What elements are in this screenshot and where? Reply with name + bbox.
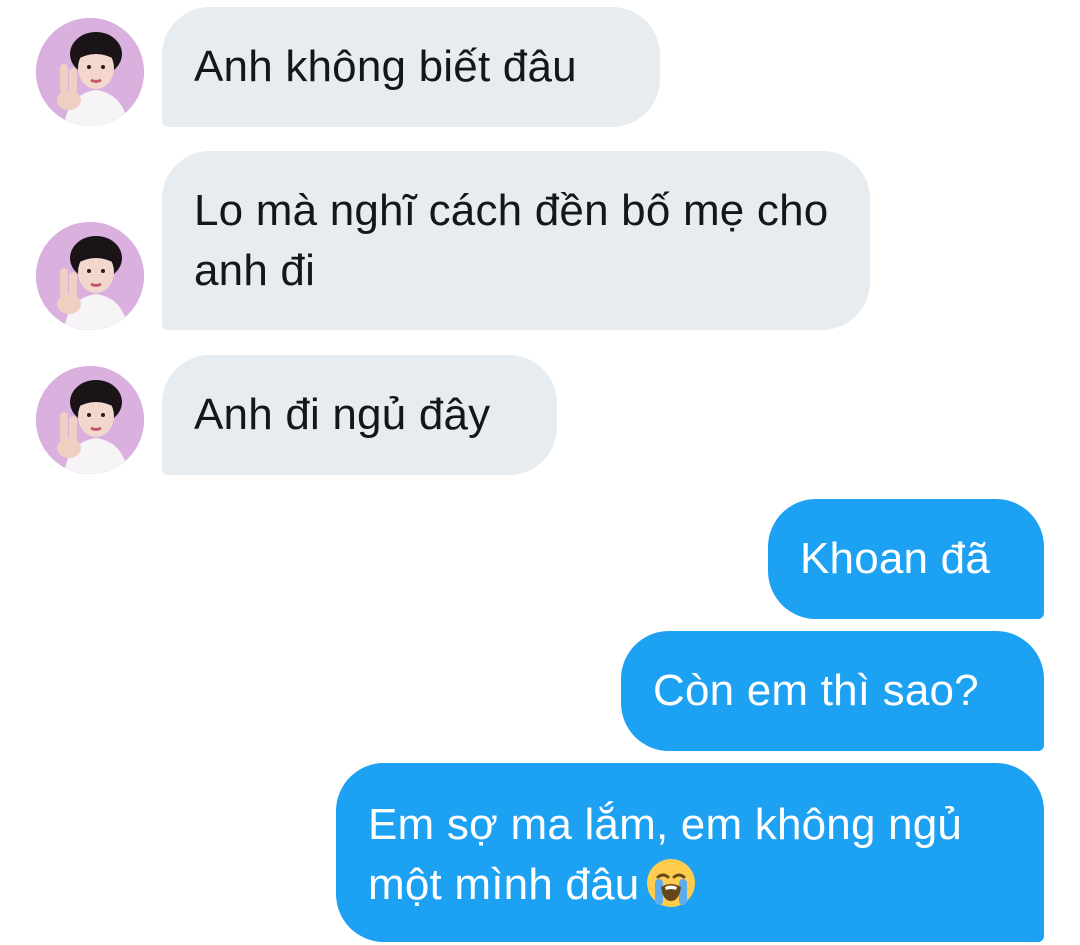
avatar[interactable] (36, 366, 144, 474)
message-text: Anh đi ngủ đây (194, 390, 491, 439)
profile-photo (36, 222, 144, 330)
message-line: Em sợ ma lắm, em không ngủ một mình đâu (368, 795, 1012, 915)
incoming-message-bubble[interactable]: Anh không biết đâu (162, 7, 660, 127)
avatar[interactable] (36, 222, 144, 330)
message-text: Anh không biết đâu (194, 42, 577, 91)
message-text: Khoan đã (800, 534, 990, 583)
message-text: Còn em thì sao? (653, 666, 979, 715)
incoming-message-bubble[interactable]: Lo mà nghĩ cách đền bố mẹ cho anh đi (162, 151, 870, 330)
avatar[interactable] (36, 18, 144, 126)
message-text: Lo mà nghĩ cách đền bố mẹ cho anh đi (194, 186, 829, 295)
outgoing-message-bubble[interactable]: Em sợ ma lắm, em không ngủ một mình đâu (336, 763, 1044, 942)
profile-photo (36, 18, 144, 126)
profile-photo (36, 366, 144, 474)
outgoing-message-bubble[interactable]: Khoan đã (768, 499, 1044, 619)
incoming-message-bubble[interactable]: Anh đi ngủ đây (162, 355, 557, 475)
loudly-crying-face-icon (645, 857, 697, 909)
outgoing-message-bubble[interactable]: Còn em thì sao? (621, 631, 1044, 751)
